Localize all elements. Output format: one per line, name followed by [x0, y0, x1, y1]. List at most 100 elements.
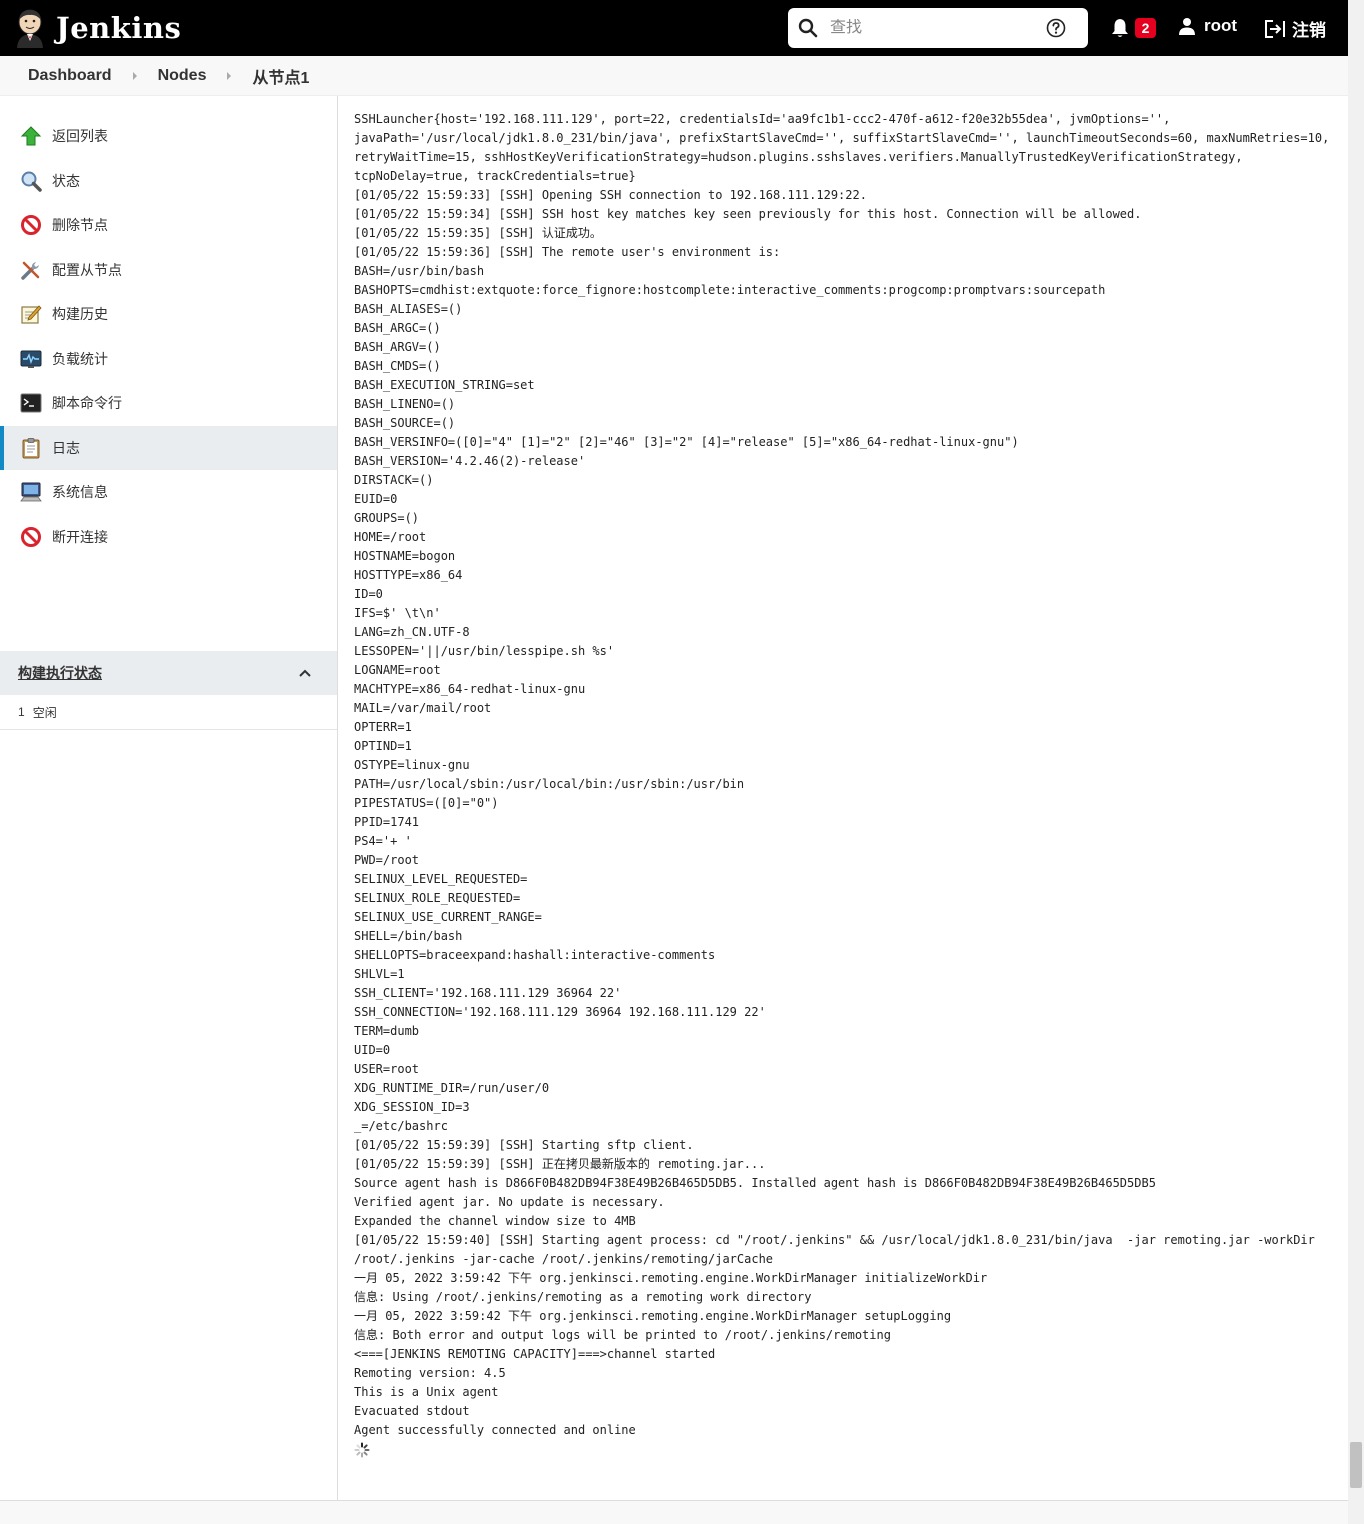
log-line: DIRSTACK=() — [354, 473, 434, 487]
log-line: XDG_SESSION_ID=3 — [354, 1100, 470, 1114]
app-name: Jenkins — [56, 11, 182, 45]
log-line: Remoting version: 4.5 — [354, 1366, 506, 1380]
sidebar-item-script-console[interactable]: 脚本命令行 — [0, 381, 337, 426]
log-line: [01/05/22 15:59:36] [SSH] The remote use… — [354, 245, 781, 259]
sidebar-item-load-statistics[interactable]: 负载统计 — [0, 337, 337, 382]
computer-icon — [20, 482, 42, 502]
executor-row: 1 空闲 — [0, 695, 337, 730]
help-icon[interactable] — [1046, 18, 1066, 38]
log-line: tcpNoDelay=true, trackCredentials=true} — [354, 169, 636, 183]
sidebar-item-delete-node[interactable]: 删除节点 — [0, 203, 337, 248]
log-line: BASH_ARGV=() — [354, 340, 441, 354]
log-line: [01/05/22 15:59:33] [SSH] Opening SSH co… — [354, 188, 867, 202]
notification-badge[interactable]: 2 — [1135, 18, 1156, 38]
sidebar-item-system-info[interactable]: 系统信息 — [0, 470, 337, 515]
user-menu[interactable]: root — [1178, 16, 1237, 36]
log-line: 一月 05, 2022 3:59:42 下午 org.jenkinsci.rem… — [354, 1309, 952, 1323]
log-line: HOSTNAME=bogon — [354, 549, 456, 563]
jenkins-logo[interactable]: Jenkins — [14, 0, 181, 56]
sidebar-item-label: 删除节点 — [52, 217, 108, 234]
log-line: SSHLauncher{host='192.168.111.129', port… — [354, 112, 1171, 126]
no-entry-icon — [21, 526, 41, 547]
monitor-chart-icon — [20, 350, 42, 368]
sidebar-item-label: 负载统计 — [52, 350, 108, 367]
log-line: PS4='+ ' — [354, 834, 412, 848]
log-line: [01/05/22 15:59:39] [SSH] Starting sftp … — [354, 1138, 694, 1152]
breadcrumb: Dashboard Nodes 从节点1 — [0, 56, 1348, 96]
breadcrumb-nodes[interactable]: Nodes — [158, 67, 207, 85]
terminal-icon — [20, 393, 42, 413]
sidebar-item-label: 断开连接 — [52, 528, 108, 545]
log-line: OPTERR=1 — [354, 720, 412, 734]
log-line: BASHOPTS=cmdhist:extquote:force_fignore:… — [354, 283, 1106, 297]
log-line: <===[JENKINS REMOTING CAPACITY]===>chann… — [354, 1347, 716, 1361]
log-line: XDG_RUNTIME_DIR=/run/user/0 — [354, 1081, 550, 1095]
sidebar-item-configure[interactable]: 配置从节点 — [0, 248, 337, 293]
breadcrumb-dashboard[interactable]: Dashboard — [28, 67, 112, 85]
log-line: SSH_CONNECTION='192.168.111.129 36964 19… — [354, 1005, 766, 1019]
sidebar-item-label: 状态 — [52, 172, 80, 189]
log-line: BASH_EXECUTION_STRING=set — [354, 378, 535, 392]
log-line: BASH=/usr/bin/bash — [354, 264, 485, 278]
log-line: Expanded the channel window size to 4MB — [354, 1214, 636, 1228]
sidebar-item-log[interactable]: 日志 — [0, 425, 337, 470]
notepad-icon — [21, 305, 42, 324]
tools-icon — [21, 261, 40, 280]
log-line: SELINUX_ROLE_REQUESTED= — [354, 891, 521, 905]
clipboard-icon — [22, 437, 40, 459]
notification-bell-icon[interactable] — [1110, 17, 1130, 39]
sidebar-item-build-history[interactable]: 构建历史 — [0, 292, 337, 337]
console-log: SSHLauncher{host='192.168.111.129', port… — [354, 110, 1334, 1440]
search-input[interactable] — [830, 19, 1040, 37]
log-line: [01/05/22 15:59:39] [SSH] 正在拷贝最新版本的 remo… — [354, 1157, 766, 1171]
log-line: SHELLOPTS=braceexpand:hashall:interactiv… — [354, 948, 716, 962]
log-line: PIPESTATUS=([0]="0") — [354, 796, 499, 810]
log-line: retryWaitTime=15, sshHostKeyVerification… — [354, 150, 1243, 164]
breadcrumb-separator — [227, 71, 232, 80]
sidebar-item-status[interactable]: 状态 — [0, 159, 337, 204]
log-line: LOGNAME=root — [354, 663, 441, 677]
log-line: SHLVL=1 — [354, 967, 405, 981]
sidebar-item-label: 返回列表 — [52, 128, 108, 145]
log-line: LANG=zh_CN.UTF-8 — [354, 625, 470, 639]
executor-panel-title[interactable]: 构建执行状态 — [18, 663, 102, 683]
log-line: 一月 05, 2022 3:59:42 下午 org.jenkinsci.rem… — [354, 1271, 988, 1285]
log-line: ID=0 — [354, 587, 383, 601]
page-scrollbar[interactable] — [1348, 0, 1364, 1524]
log-line: SSH_CLIENT='192.168.111.129 36964 22' — [354, 986, 622, 1000]
log-line: [01/05/22 15:59:40] [SSH] Starting agent… — [354, 1233, 1315, 1247]
breadcrumb-current-node[interactable]: 从节点1 — [252, 64, 309, 88]
log-line: PPID=1741 — [354, 815, 420, 829]
username: root — [1204, 16, 1238, 35]
logout-button[interactable]: 注销 — [1264, 16, 1326, 41]
sidebar-item-label: 配置从节点 — [52, 261, 122, 278]
sidebar-item-label: 系统信息 — [52, 484, 108, 501]
search-icon — [798, 18, 818, 38]
log-line: BASH_SOURCE=() — [354, 416, 456, 430]
user-icon — [1179, 18, 1195, 35]
sidebar-nav: 返回列表 状态 删除节点 配置从节点 构建历史 负载统计 脚本命令行 日志 系统… — [0, 114, 337, 559]
sidebar-item-label: 构建历史 — [52, 306, 108, 323]
log-line: PWD=/root — [354, 853, 420, 867]
chevron-up-icon[interactable] — [297, 665, 313, 681]
log-line: BASH_VERSION='4.2.46(2)-release' — [354, 454, 586, 468]
search-box[interactable] — [788, 8, 1088, 48]
log-line: SHELL=/bin/bash — [354, 929, 463, 943]
logout-label: 注销 — [1292, 21, 1326, 40]
log-line: This is a Unix agent — [354, 1385, 499, 1399]
executor-panel: 构建执行状态 1 空闲 — [0, 651, 337, 730]
log-line: 信息: Using /root/.jenkins/remoting as a r… — [354, 1290, 812, 1304]
scrollbar-thumb[interactable] — [1350, 1442, 1362, 1488]
log-line: GROUPS=() — [354, 511, 420, 525]
log-line: SELINUX_USE_CURRENT_RANGE= — [354, 910, 542, 924]
log-line: PATH=/usr/local/sbin:/usr/local/bin:/usr… — [354, 777, 745, 791]
executor-panel-header[interactable]: 构建执行状态 — [0, 651, 337, 695]
log-line: IFS=$' \t\n' — [354, 606, 441, 620]
log-line: Evacuated stdout — [354, 1404, 470, 1418]
sidebar-item-disconnect[interactable]: 断开连接 — [0, 515, 337, 560]
log-line: LESSOPEN='||/usr/bin/lesspipe.sh %s' — [354, 644, 615, 658]
sidebar-item-back-to-list[interactable]: 返回列表 — [0, 114, 337, 159]
log-line: MAIL=/var/mail/root — [354, 701, 492, 715]
log-line: BASH_ARGC=() — [354, 321, 441, 335]
log-line: TERM=dumb — [354, 1024, 420, 1038]
